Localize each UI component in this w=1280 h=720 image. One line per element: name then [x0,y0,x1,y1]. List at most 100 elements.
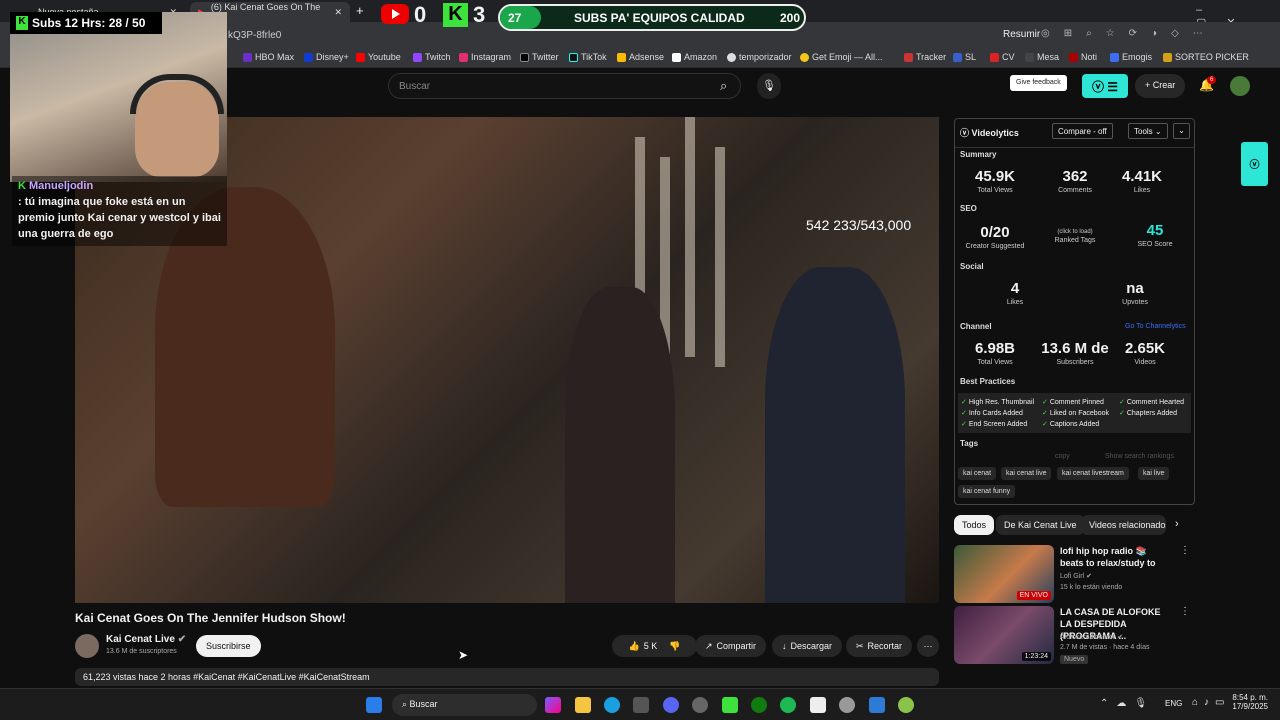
more-actions-button[interactable]: ⋯ [917,635,939,657]
copilot-icon[interactable] [545,697,561,713]
chip-related[interactable]: Videos relacionados [1081,515,1166,535]
bookmark-mesa[interactable]: Mesa [1025,52,1059,62]
search-input[interactable]: Buscar [388,73,741,99]
bookmark-sl[interactable]: SL [953,52,976,62]
discord-icon[interactable] [663,697,679,713]
channel-name[interactable]: Kai Cenat Live ✔ [106,634,186,645]
app-icon[interactable] [898,697,914,713]
xbox-icon[interactable] [751,697,767,713]
microphone-icon[interactable]: 🎙 [757,73,781,99]
progress-goal: 200 [780,11,801,25]
bookmark-twitter[interactable]: Twitter [520,52,559,62]
bookmark-label: Tracker [916,52,947,62]
network-volume-battery-icons[interactable]: ⌂♪▭ [1192,697,1231,708]
clock[interactable]: 8:54 p. m. 17/9/2025 [1232,693,1268,711]
channel-avatar[interactable] [75,634,99,658]
show-rankings-toggle[interactable]: Show search rankings [1105,453,1174,460]
tag-chip[interactable]: kai cenat livestream [1057,467,1129,480]
avatar[interactable] [1230,76,1250,96]
videolytics-toggle-button[interactable]: ⓥ ☰ [1082,74,1128,98]
spotify-icon[interactable] [780,697,796,713]
bookmark-cv[interactable]: CV [990,52,1015,62]
notes-icon[interactable] [869,697,885,713]
bookmark-label: Disney+ [316,52,349,62]
start-icon[interactable] [366,697,382,713]
tools-dropdown[interactable]: Tools ⌄ [1128,123,1168,139]
tag-chip[interactable]: kai live [1138,467,1170,480]
video-thumbnail[interactable]: 1:23:24 [954,606,1054,664]
more-options-icon[interactable]: ⋮ [1180,606,1190,617]
more-options-icon[interactable]: ⋮ [1180,545,1190,556]
video-description[interactable]: 61,223 vistas hace 2 horas #KaiCenat #Ka… [75,668,939,686]
videolytics-side-tab[interactable]: ⓥ [1241,142,1268,186]
video-thumbnail[interactable]: EN VIVO [954,545,1054,603]
channel-subscribers: 13.6 M de suscriptores [106,648,177,655]
related-video-item[interactable]: EN VIVO lofi hip hop radio 📚 beats to re… [954,545,1190,603]
like-dislike-button[interactable]: 👍 5 K 👎 [612,635,697,657]
tags-heading: Tags [960,439,979,448]
social-upvotes: na Upvotes [1122,280,1148,306]
bookmark-instagram[interactable]: Instagram [459,52,511,62]
collapse-button[interactable]: ⌄ [1173,123,1190,139]
capcut-icon[interactable] [810,697,826,713]
kick-logo-icon: K [443,3,468,27]
goto-channelytics-link[interactable]: Go To Channelytics [1125,323,1186,330]
video-title: Kai Cenat Goes On The Jennifer Hudson Sh… [75,611,346,625]
related-video-item[interactable]: 1:23:24 LA CASA DE ALOFOKE LA DESPEDIDA … [954,606,1190,664]
tag-chip[interactable]: kai cenat [958,467,997,480]
tag-chip[interactable]: kai cenat funny [958,485,1016,498]
store-icon[interactable] [633,697,649,713]
close-icon[interactable]: ✕ [334,7,342,18]
new-badge: Nuevo [1060,655,1089,664]
bookmark-tracker[interactable]: Tracker [904,52,946,62]
kick-icon: K [16,16,28,30]
bookmark-tiktok[interactable]: TikTok [569,52,607,62]
create-button[interactable]: + Crear [1135,74,1186,98]
seo-ranked-tags[interactable]: (click to load) Ranked Tags [1040,229,1110,244]
share-label: Compartir [716,641,757,651]
practice-item: ✓ Info Cards Added [961,410,1023,417]
system-tray-icons[interactable]: ⌃☁🎙 [1100,698,1155,709]
copy-tags-button[interactable]: copy [1055,453,1070,460]
duration-badge: 1:23:24 [1021,652,1051,661]
search-icon[interactable]: ⌕ [720,78,727,94]
subscribe-button[interactable]: Suscribirse [196,635,261,657]
share-button[interactable]: ↗ Compartir [695,635,767,657]
chevron-right-icon[interactable]: › [1175,518,1179,530]
compare-toggle[interactable]: Compare - off [1052,123,1113,139]
kick-app-icon[interactable] [722,697,738,713]
streamer-webcam [10,12,227,182]
language-indicator[interactable]: ENG [1165,699,1182,708]
edge-icon[interactable] [604,697,620,713]
toolbar-icons[interactable]: ◎⊞⌕☆⟳◑◇⋯ [1041,28,1217,39]
bookmark-getemoji[interactable]: Get Emoji — All... [800,52,883,62]
progress-start: 27 [508,11,522,25]
file-explorer-icon[interactable] [575,697,591,713]
bookmark-emogis[interactable]: Emogis [1110,52,1152,62]
verified-icon: ✔ [177,634,187,645]
give-feedback-button[interactable]: Give feedback [1010,75,1067,91]
related-title[interactable]: lofi hip hop radio 📚 beats to relax/stud… [1060,545,1168,569]
bookmark-noti[interactable]: Noti [1069,52,1097,62]
bookmark-label: Noti [1081,52,1098,62]
download-button[interactable]: ↓ Descargar [772,635,843,657]
bookmark-sorteo[interactable]: SORTEO PICKER [1163,52,1249,62]
bookmark-hbo[interactable]: HBO Max [243,52,294,62]
chat-user: K Manueljodin [18,178,221,194]
app-icon[interactable] [692,697,708,713]
bookmark-twitch[interactable]: Twitch [413,52,451,62]
live-badge: EN VIVO [1016,591,1051,600]
bookmark-amazon[interactable]: Amazon [672,52,717,62]
chatgpt-icon[interactable] [839,697,855,713]
bookmark-temporizador[interactable]: temporizador [727,52,792,62]
new-tab-button[interactable]: + [356,3,364,18]
chip-all[interactable]: Todos [954,515,995,535]
resume-button[interactable]: Resumir [1003,29,1040,40]
taskbar-search[interactable]: ⌕ Buscar [392,694,537,716]
bookmark-disney[interactable]: Disney+ [304,52,349,62]
bookmark-adsense[interactable]: Adsense [617,52,664,62]
bookmark-youtube[interactable]: Youtube [356,52,401,62]
chip-from-channel[interactable]: De Kai Cenat Live [996,515,1085,535]
clip-button[interactable]: ✂ Recortar [846,635,913,657]
tag-chip[interactable]: kai cenat live [1001,467,1052,480]
